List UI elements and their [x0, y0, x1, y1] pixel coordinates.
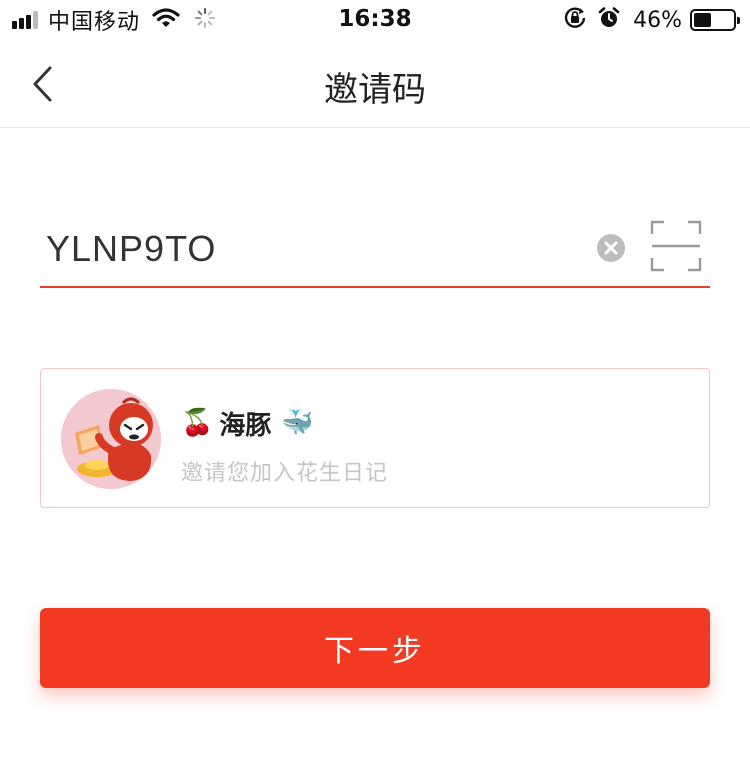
next-button[interactable]: 下一步	[40, 608, 710, 688]
inviter-card: 🍒 海豚 🐳 邀请您加入花生日记	[40, 368, 710, 508]
inviter-name-row: 🍒 海豚 🐳	[181, 405, 314, 441]
status-bar: 中国移动 16:38 46%	[0, 0, 750, 40]
battery-percent: 46%	[633, 7, 682, 33]
alarm-icon	[597, 6, 621, 34]
cherry-icon: 🍒	[181, 408, 214, 438]
invite-subtitle: 邀请您加入花生日记	[181, 461, 389, 486]
whale-icon: 🐳	[281, 408, 314, 438]
nav-bar: 邀请码	[0, 40, 750, 128]
inviter-name: 海豚	[219, 410, 272, 441]
status-right: 46%	[553, 6, 740, 34]
clear-icon	[604, 241, 618, 255]
page-title: 邀请码	[324, 70, 426, 110]
orientation-lock-icon	[563, 6, 587, 34]
invite-code-field	[40, 212, 710, 288]
battery-icon	[690, 9, 740, 31]
invite-code-input[interactable]	[46, 224, 586, 274]
scan-icon	[650, 220, 702, 272]
scan-button[interactable]	[650, 220, 702, 272]
clear-button[interactable]	[597, 234, 625, 262]
avatar	[61, 389, 161, 489]
